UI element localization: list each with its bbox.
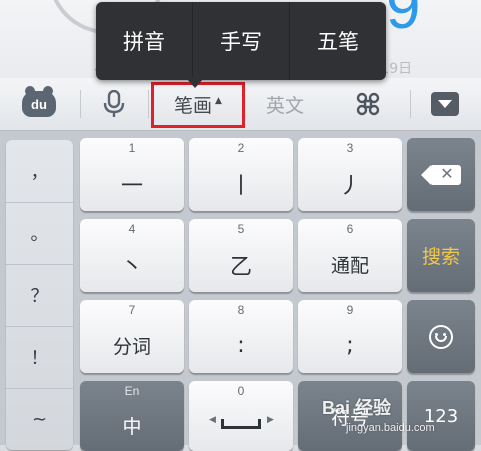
- search-key[interactable]: 搜索: [407, 219, 475, 292]
- key-number: 0: [237, 384, 245, 398]
- clock-digit: 9: [386, 0, 421, 42]
- toolbar-divider: [148, 90, 149, 118]
- arrow-left-icon: ◀: [209, 415, 216, 425]
- symbol-exclamation[interactable]: ！: [6, 326, 73, 389]
- key-stroke: 丶: [120, 254, 143, 280]
- key-8-colon[interactable]: 8 :: [189, 300, 293, 373]
- du-logo-icon: du: [22, 86, 56, 117]
- symbol-tilde[interactable]: ~: [6, 388, 73, 450]
- key-number: 4: [128, 222, 136, 236]
- key-stroke: 丿: [338, 173, 361, 199]
- key-sub-label: En: [124, 384, 140, 398]
- voice-input-button[interactable]: [92, 78, 136, 130]
- du-logo-button[interactable]: du: [14, 78, 64, 130]
- key-number: 8: [237, 303, 245, 317]
- smiley-icon: [429, 324, 453, 349]
- backspace-key[interactable]: ✕: [407, 138, 475, 211]
- key-number: 7: [128, 303, 136, 317]
- popup-option-pinyin[interactable]: 拼音: [96, 2, 193, 80]
- key-number: 1: [128, 141, 136, 155]
- symbol-period[interactable]: 。: [6, 202, 73, 265]
- arrow-right-icon: ▶: [267, 415, 274, 425]
- key-label: ;: [346, 333, 354, 358]
- key-4-dot[interactable]: 4 丶: [80, 219, 184, 292]
- key-stroke: 乙: [229, 254, 252, 280]
- popup-pointer: [186, 78, 204, 88]
- space-key[interactable]: 0 ◀ ▶: [189, 381, 293, 451]
- key-number: 3: [346, 141, 354, 155]
- toolbar-divider: [410, 90, 411, 118]
- hide-keyboard-icon: [431, 92, 459, 116]
- backspace-icon: ✕: [421, 164, 461, 185]
- popup-option-handwriting[interactable]: 手写: [193, 2, 290, 80]
- key-7-segment[interactable]: 7 分词: [80, 300, 184, 373]
- key-stroke: 丨: [229, 173, 252, 199]
- key-number: 5: [237, 222, 245, 236]
- symbol-column[interactable]: ， 。 ？ ！ ~: [6, 140, 73, 450]
- key-5-turning[interactable]: 5 乙: [189, 219, 293, 292]
- search-key-label: 搜索: [421, 246, 460, 268]
- popup-option-wubi[interactable]: 五笔: [290, 2, 386, 80]
- symbol-question[interactable]: ？: [6, 264, 73, 327]
- key-label: 123: [423, 405, 459, 427]
- watermark-url: jingyan.baidu.com: [346, 422, 435, 434]
- keyboard: ， 。 ？ ！ ~ 1 一 2 丨 3 丿 ✕ 4 丶 5 乙 6 通配 搜索 …: [0, 131, 481, 451]
- microphone-icon: [103, 90, 125, 117]
- key-1-horizontal[interactable]: 1 一: [80, 138, 184, 211]
- key-number: 6: [346, 222, 354, 236]
- hide-keyboard-button[interactable]: [420, 78, 470, 130]
- key-9-semicolon[interactable]: 9 ;: [298, 300, 402, 373]
- key-label: 中: [122, 415, 142, 438]
- key-number: 9: [346, 303, 354, 317]
- key-label: :: [237, 333, 245, 358]
- toolbar-divider: [80, 90, 81, 118]
- numbers-key[interactable]: 123: [407, 381, 475, 451]
- grid-menu-button[interactable]: [338, 78, 398, 130]
- english-mode-label: 英文: [265, 94, 304, 117]
- symbol-comma[interactable]: ，: [6, 140, 73, 203]
- language-switch-key[interactable]: En 中: [80, 381, 184, 451]
- watermark-logo: Bai 经验: [322, 398, 392, 418]
- key-stroke: 一: [120, 173, 143, 199]
- key-label: 分词: [112, 336, 151, 358]
- space-icon: [221, 419, 261, 429]
- key-2-vertical[interactable]: 2 丨: [189, 138, 293, 211]
- input-mode-popup: 拼音 手写 五笔: [96, 2, 386, 80]
- key-3-left-falling[interactable]: 3 丿: [298, 138, 402, 211]
- highlight-box: [151, 82, 245, 128]
- english-mode-tab[interactable]: 英文: [252, 78, 318, 130]
- emoji-key[interactable]: [407, 300, 475, 373]
- key-6-wildcard[interactable]: 6 通配: [298, 219, 402, 292]
- grid-icon: [356, 92, 380, 116]
- key-label: 通配: [330, 255, 369, 277]
- key-number: 2: [237, 141, 245, 155]
